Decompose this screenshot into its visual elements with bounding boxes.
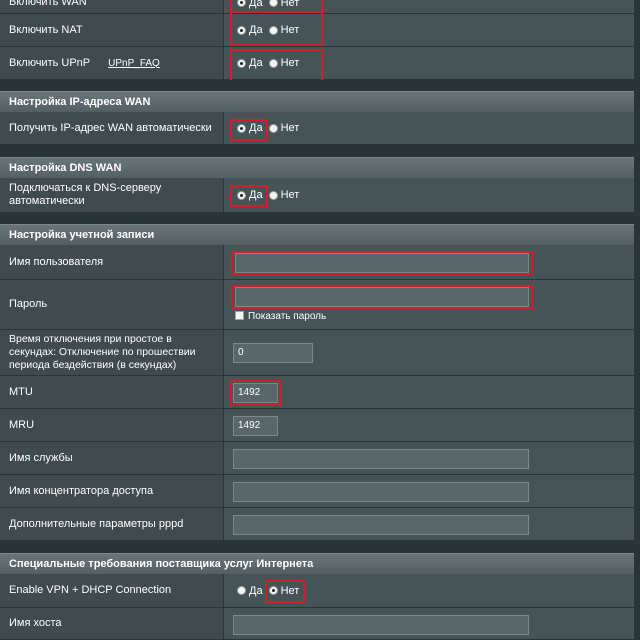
pppd-options-input[interactable] — [233, 515, 529, 535]
row-auto-dns: Подключаться к DNS-серверу автоматически… — [0, 178, 634, 213]
concentrator-name-label: Имя концентратора доступа — [0, 475, 224, 507]
enable-wan-label: Включить WAN — [0, 0, 224, 13]
spacer — [0, 541, 634, 553]
show-password-checkbox[interactable] — [235, 311, 244, 320]
vpn-dhcp-label: Enable VPN + DHCP Connection — [0, 574, 224, 607]
highlight-enable-upnp — [230, 49, 323, 82]
highlight-password — [231, 285, 533, 309]
concentrator-name-input[interactable] — [233, 482, 529, 502]
highlight-auto-dns — [230, 185, 268, 207]
enable-upnp-label: Включить UPnP — [9, 56, 91, 69]
upnp-faq-link[interactable]: UPnP_FAQ — [108, 57, 160, 70]
spacer — [0, 80, 634, 91]
hostname-label: Имя хоста — [0, 608, 224, 639]
vpn-dhcp-yes-radio[interactable] — [237, 586, 246, 595]
username-label: Имя пользователя — [0, 245, 224, 279]
mru-input[interactable]: 1492 — [233, 416, 278, 436]
spacer — [0, 145, 634, 157]
highlight-enable-nat — [230, 13, 323, 46]
highlight-mtu — [230, 380, 281, 406]
section-wan-ip-title: Настройка IP-адреса WAN — [0, 91, 634, 112]
show-password-option[interactable]: Показать пароль — [235, 311, 326, 322]
idle-timeout-label: Время отключения при простое в секундах:… — [0, 330, 224, 375]
row-idle-timeout: Время отключения при простое в секундах:… — [0, 330, 634, 376]
enable-nat-label: Включить NAT — [0, 14, 224, 46]
row-mru: MRU — [0, 409, 634, 442]
auto-wan-ip-label: Получить IP-адрес WAN автоматически — [0, 112, 224, 144]
password-label: Пароль — [0, 280, 224, 329]
service-name-input[interactable] — [233, 449, 529, 469]
section-wan-dns-title: Настройка DNS WAN — [0, 157, 634, 178]
pppd-options-label: Дополнительные параметры pppd — [0, 508, 224, 540]
auto-dns-label: Подключаться к DNS-серверу автоматически — [0, 178, 224, 212]
row-vpn-dhcp: Enable VPN + DHCP Connection Да Нет — [0, 574, 634, 608]
mtu-label: MTU — [0, 376, 224, 408]
section-isp-title: Специальные требования поставщика услуг … — [0, 553, 634, 574]
row-auto-wan-ip: Получить IP-адрес WAN автоматически Да Н… — [0, 112, 634, 145]
highlight-vpn-dhcp — [265, 580, 305, 603]
show-password-label: Показать пароль — [248, 311, 327, 322]
auto-dns-no-radio[interactable] — [268, 190, 278, 200]
section-account-title: Настройка учетной записи — [0, 224, 634, 245]
highlight-enable-wan — [230, 0, 323, 13]
enable-upnp-label-cell: Включить UPnP UPnP_FAQ — [0, 47, 224, 79]
highlight-username — [231, 251, 533, 275]
highlight-auto-wan-ip — [230, 119, 268, 141]
row-mtu: MTU — [0, 376, 634, 409]
spacer — [0, 213, 634, 224]
mru-label: MRU — [0, 409, 224, 441]
service-name-label: Имя службы — [0, 442, 224, 474]
auto-wan-ip-no-radio[interactable] — [268, 123, 278, 133]
hostname-input[interactable] — [233, 615, 529, 635]
idle-timeout-input[interactable]: 0 — [233, 343, 313, 363]
